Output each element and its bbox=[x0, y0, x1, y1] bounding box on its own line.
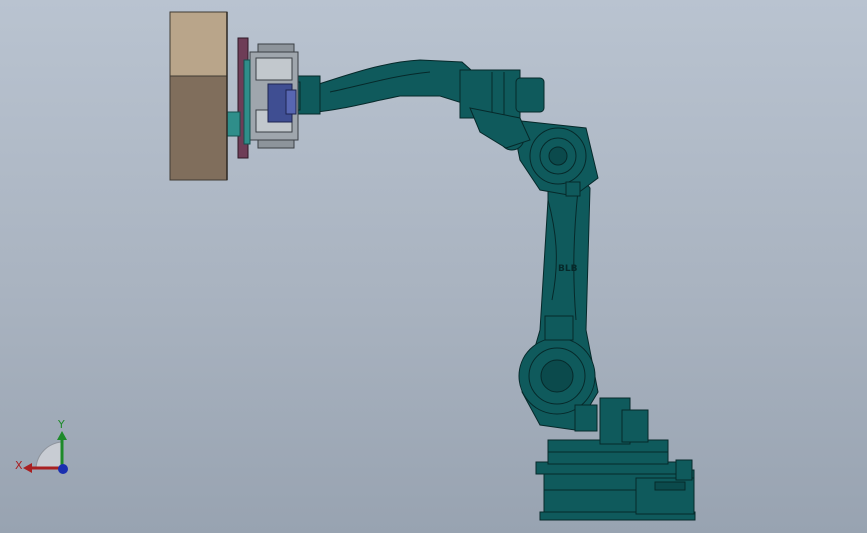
robot-assembly-scene[interactable]: BLB Y X bbox=[0, 0, 867, 533]
cad-graphics-viewport[interactable]: BLB Y X bbox=[0, 0, 867, 533]
gripper-motor-cap bbox=[285, 89, 297, 115]
gripper-frame-top-bay bbox=[255, 57, 293, 81]
base-cable-box-2 bbox=[621, 409, 649, 443]
triad-y-label: Y bbox=[57, 418, 65, 431]
workpiece-top-face bbox=[169, 11, 228, 77]
coordinate-triad: Y X bbox=[15, 418, 68, 474]
triad-x-label: X bbox=[15, 459, 23, 472]
elbow-bolt-cover bbox=[565, 181, 581, 197]
robot-upper-arm[interactable] bbox=[311, 59, 545, 149]
elbow-joint-hub bbox=[548, 146, 568, 166]
triad-y-arrowhead bbox=[57, 431, 67, 440]
shoulder-joint-hub bbox=[540, 359, 574, 393]
forearm-link bbox=[311, 59, 481, 113]
triad-z-axis-dot bbox=[58, 464, 68, 474]
wrist-flange bbox=[297, 75, 321, 115]
triad-plane-indicator bbox=[35, 441, 63, 469]
gripper-bottom-clamp bbox=[257, 139, 295, 149]
wrist-motor-cap bbox=[515, 77, 545, 113]
forearm-joint-bracket bbox=[469, 107, 531, 149]
base-connector bbox=[675, 459, 693, 481]
base-label-plate bbox=[654, 481, 686, 491]
shoulder-cable-clamp bbox=[574, 404, 598, 432]
wrist-motor-housing bbox=[459, 69, 521, 119]
arm-marking-label: BLB bbox=[558, 264, 578, 274]
workpiece-side-face bbox=[169, 75, 228, 181]
gripper-suction-rail bbox=[243, 59, 251, 145]
triad-x-arrowhead bbox=[23, 463, 32, 473]
workpiece-box[interactable] bbox=[169, 11, 228, 181]
shoulder-motor bbox=[544, 315, 574, 341]
robot-lower-arm[interactable]: BLB bbox=[518, 171, 599, 432]
gripper-suction-pad bbox=[225, 111, 241, 137]
gripper-top-clamp bbox=[257, 43, 295, 53]
end-effector-gripper[interactable] bbox=[225, 37, 299, 159]
